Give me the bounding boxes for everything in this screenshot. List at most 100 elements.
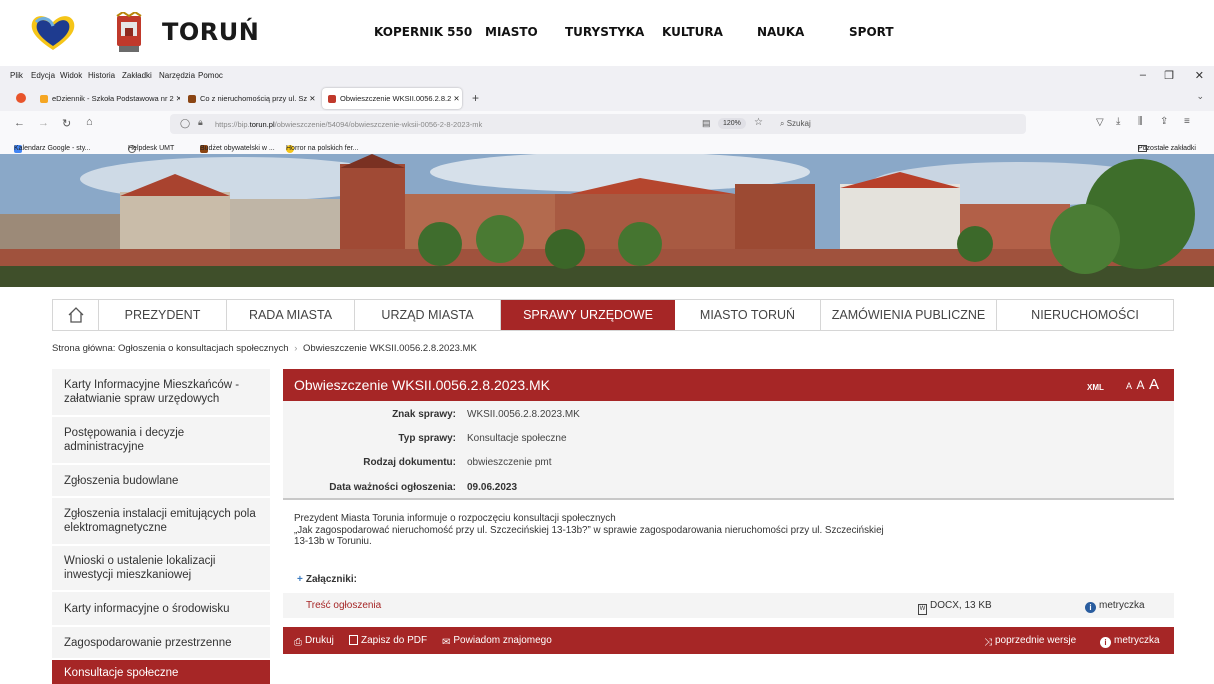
meta-label: Znak sprawy:	[392, 409, 456, 420]
shield-icon[interactable]: ◯	[180, 118, 190, 129]
topnav-kultura[interactable]: KULTURA	[662, 25, 723, 39]
firefox-view-icon[interactable]	[16, 93, 26, 103]
share-icon[interactable]: ⇪	[1160, 116, 1168, 127]
list-tabs-icon[interactable]: ⌄	[1196, 91, 1204, 102]
tab-edziennik[interactable]: eDziennik - Szkoła Podstawowa nr 2 ✕	[34, 88, 180, 109]
back-icon[interactable]: ←	[14, 117, 25, 129]
meta-value: obwieszczenie pmt	[467, 457, 552, 468]
info-icon: i	[1100, 637, 1111, 648]
search-input[interactable]: ⌕ Szukaj	[780, 119, 811, 129]
restore-icon[interactable]: ❐	[1164, 69, 1174, 82]
sidebar-item-karty-srodowisko[interactable]: Karty informacyjne o środowisku	[52, 592, 270, 626]
action-bar: ⎙ Drukuj Zapisz do PDF ✉ Powiadom znajomeg…	[283, 627, 1174, 654]
print-button[interactable]: ⎙ Drukuj	[294, 635, 334, 648]
meta-label: Typ sprawy:	[398, 433, 456, 444]
font-size-small[interactable]: A	[1126, 381, 1132, 391]
sidebar-item-karty-mieszkancow[interactable]: Karty Informacyjne Mieszkańców - załatwi…	[52, 369, 270, 416]
edziennik-icon	[40, 95, 48, 104]
menu-historia[interactable]: Historia	[88, 71, 115, 80]
breadcrumb: Strona główna: Ogłoszenia o konsultacjac…	[52, 343, 477, 354]
nav-rada-miasta[interactable]: RADA MIASTA	[227, 300, 355, 330]
hamburger-menu-icon[interactable]: ≡	[1184, 116, 1190, 127]
nav-prezydent[interactable]: PREZYDENT	[99, 300, 227, 330]
url-text[interactable]: https://bip.torun.pl/obwieszczenie/54094…	[215, 120, 482, 129]
nav-sprawy-urzedowe[interactable]: SPRAWY URZĘDOWE	[501, 300, 675, 330]
attachment-row: Treść ogłoszenia W DOCX, 13 KB i metryczka	[283, 593, 1174, 618]
content-header: Obwieszczenie WKSII.0056.2.8.2023.MK XML…	[283, 369, 1174, 401]
meta-value: WKSII.0056.2.8.2023.MK	[467, 409, 580, 420]
save-pdf-button[interactable]: Zapisz do PDF	[349, 635, 427, 646]
notify-friend-button[interactable]: ✉ Powiadom znajomego	[442, 635, 552, 648]
meta-row: Typ sprawy: Konsultacje społeczne	[283, 427, 1174, 449]
meta-row: Rodzaj dokumentu: obwieszczenie pmt	[283, 451, 1174, 473]
envelope-icon: ✉	[442, 637, 451, 648]
sidebar-item-zgloszenia-instalacji[interactable]: Zgłoszenia instalacji emitujących pola e…	[52, 498, 270, 545]
menu-zakladki[interactable]: Zakładki	[122, 71, 152, 80]
topnav-miasto[interactable]: MIASTO	[485, 25, 538, 39]
announcement-line: „Jak zagospodarować nieruchomość przy ul…	[294, 524, 884, 536]
docx-file-icon: W	[918, 604, 927, 615]
nav-miasto-torun[interactable]: MIASTO TORUŃ	[675, 300, 821, 330]
browser-menubar: Plik Edycja Widok Historia Zakładki Narz…	[0, 66, 1214, 85]
lock-icon[interactable]: 🔒︎	[198, 117, 203, 128]
document-metadata: Znak sprawy: WKSII.0056.2.8.2023.MK Typ …	[283, 401, 1174, 500]
metryczka-button[interactable]: i metryczka	[1100, 635, 1160, 648]
breadcrumb-root[interactable]: Strona główna: Ogłoszenia o konsultacjac…	[52, 343, 289, 354]
pocket-icon[interactable]: ▽	[1096, 117, 1104, 128]
tab-nieruchomosc[interactable]: Co z nieruchomością przy ul. Sz ✕	[182, 88, 320, 109]
menu-widok[interactable]: Widok	[60, 71, 82, 80]
meta-label: Rodzaj dokumentu:	[363, 457, 456, 468]
downloads-icon[interactable]: ⤓	[1116, 116, 1120, 127]
nav-zamowienia-publiczne[interactable]: ZAMÓWIENIA PUBLICZNE	[821, 300, 997, 330]
site-brand-title[interactable]: TORUŃ	[162, 18, 259, 46]
menu-pomoc[interactable]: Pomoc	[198, 71, 223, 80]
topnav-kopernik[interactable]: KOPERNIK 550	[374, 25, 472, 39]
home-icon[interactable]	[53, 300, 99, 330]
sidebar-item-zgloszenia-budowlane[interactable]: Zgłoszenia budowlane	[52, 465, 270, 497]
topnav-turystyka[interactable]: TURYSTYKA	[565, 25, 644, 39]
topnav-sport[interactable]: SPORT	[849, 25, 894, 39]
sidebar-item-zagospodarowanie[interactable]: Zagospodarowanie przestrzenne	[52, 627, 270, 659]
torun-crest-icon[interactable]	[113, 12, 145, 54]
bookmarks-bar: Kalendarz Google - sty... Helpdesk UMT B…	[0, 137, 1214, 154]
previous-versions-button[interactable]: ⤨ poprzednie wersje	[984, 635, 1076, 648]
close-window-icon[interactable]: ✕	[1195, 69, 1204, 82]
xml-link[interactable]: XML	[1087, 383, 1104, 392]
heart-logo-icon[interactable]	[28, 10, 78, 54]
nav-nieruchomosci[interactable]: NIERUCHOMOŚCI	[997, 300, 1173, 330]
browser-navbar: ← → ↻ ⌂ ◯ 🔒︎ https://bip.torun.pl/obwies…	[0, 111, 1214, 137]
font-size-medium[interactable]: A	[1136, 378, 1144, 392]
reader-view-icon[interactable]: ▤	[702, 118, 711, 129]
announcement-text: Prezydent Miasta Torunia informuje o roz…	[294, 513, 994, 548]
shuffle-icon: ⤨	[984, 637, 992, 648]
topnav-nauka[interactable]: NAUKA	[757, 25, 804, 39]
browser-tabbar: eDziennik - Szkoła Podstawowa nr 2 ✕ Co …	[0, 85, 1214, 111]
sidebar-item-postepowania[interactable]: Postępowania i decyzje administracyjne	[52, 417, 270, 464]
minimize-icon[interactable]: –	[1140, 69, 1146, 81]
bookmark-star-icon[interactable]: ☆	[754, 117, 763, 128]
announcement-line: Prezydent Miasta Torunia informuje o roz…	[294, 513, 616, 524]
page-title: Obwieszczenie WKSII.0056.2.8.2023.MK	[294, 377, 551, 393]
sidebar-item-wnioski-lokalizacji[interactable]: Wnioski o ustalenie lokalizacji inwestyc…	[52, 546, 270, 591]
home-browser-icon[interactable]: ⌂	[86, 116, 93, 128]
site-header: TORUŃ KOPERNIK 550 MIASTO TURYSTYKA KULT…	[0, 0, 1214, 66]
meta-label: Data ważności ogłoszenia:	[329, 482, 456, 493]
menu-plik[interactable]: Plik	[10, 71, 23, 80]
new-tab-button[interactable]: +	[472, 91, 479, 105]
font-size-large[interactable]: A	[1149, 376, 1159, 393]
url-bar[interactable]: ◯ 🔒︎ https://bip.torun.pl/obwieszczenie/…	[170, 114, 1026, 134]
attachment-metryczka[interactable]: i metryczka	[1085, 600, 1145, 613]
menu-edycja[interactable]: Edycja	[31, 71, 55, 80]
nav-urzad-miasta[interactable]: URZĄD MIASTA	[355, 300, 501, 330]
sidebar-item-konsultacje[interactable]: Konsultacje społeczne	[52, 660, 270, 684]
attachments-heading[interactable]: + Załączniki:	[297, 574, 357, 585]
library-icon[interactable]: ⫼	[1138, 116, 1143, 127]
attachment-link[interactable]: Treść ogłoszenia	[306, 600, 381, 611]
meta-value: 09.06.2023	[467, 482, 518, 493]
forward-icon[interactable]: →	[38, 117, 49, 129]
menu-narzedzia[interactable]: Narzędzia	[159, 71, 195, 80]
tab-obwieszczenie[interactable]: Obwieszczenie WKSII.0056.2.8.2 ✕	[322, 88, 462, 109]
reload-icon[interactable]: ↻	[62, 117, 71, 130]
zoom-level[interactable]: 120%	[718, 118, 746, 129]
breadcrumb-current: Obwieszczenie WKSII.0056.2.8.2023.MK	[303, 343, 477, 354]
